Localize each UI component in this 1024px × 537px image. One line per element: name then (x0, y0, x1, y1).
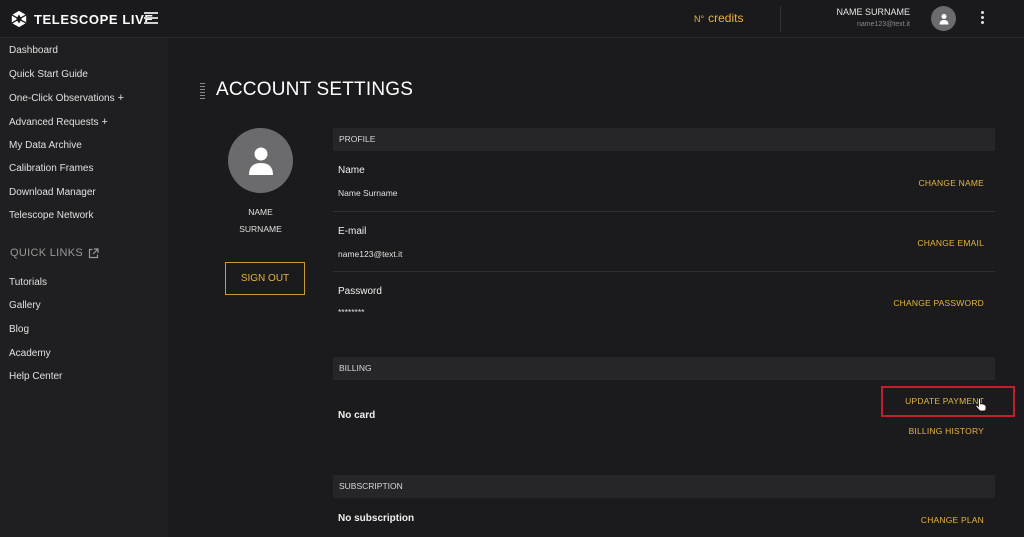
user-icon (939, 13, 948, 24)
password-value: ******** (338, 307, 365, 317)
sidebar-item-advanced-requests[interactable]: Advanced Requests + (9, 116, 108, 128)
more-options-icon[interactable] (978, 11, 986, 27)
sidebar-item-label: One-Click Observations (9, 93, 115, 104)
profile-last-name: SURNAME (239, 224, 282, 234)
billing-history-link[interactable]: BILLING HISTORY (909, 426, 984, 436)
sign-out-button[interactable]: SIGN OUT (225, 262, 305, 295)
name-value: Name Surname (338, 188, 398, 198)
divider (333, 271, 995, 272)
sidebar-item-blog[interactable]: Blog (9, 324, 29, 335)
quick-links-heading: QUICK LINKS (10, 247, 99, 259)
top-bar: TELESCOPE LIVE N° credits NAME SURNAME na… (0, 0, 1024, 38)
page-title: ACCOUNT SETTINGS (216, 79, 414, 100)
billing-section-header: BILLING (333, 357, 995, 380)
sidebar-item-tutorials[interactable]: Tutorials (9, 277, 47, 288)
telescope-live-logo-icon (11, 10, 27, 28)
sidebar-item-one-click-observations[interactable]: One-Click Observations + (9, 92, 124, 104)
change-plan-link[interactable]: CHANGE PLAN (921, 515, 984, 525)
sidebar-item-dashboard[interactable]: Dashboard (9, 45, 58, 56)
menu-toggle-icon[interactable] (144, 12, 158, 24)
credits-count: N° (694, 14, 705, 24)
sidebar-item-help-center[interactable]: Help Center (9, 371, 62, 382)
header-user-name: NAME SURNAME (836, 7, 910, 17)
profile-first-name: NAME (248, 207, 273, 217)
sidebar-item-calibration-frames[interactable]: Calibration Frames (9, 163, 93, 174)
brand-logo[interactable]: TELESCOPE LIVE (10, 9, 154, 29)
password-label: Password (338, 286, 382, 297)
user-icon (248, 147, 273, 175)
highlight-box (881, 386, 1015, 417)
sidebar-item-download-manager[interactable]: Download Manager (9, 187, 96, 198)
sidebar-item-gallery[interactable]: Gallery (9, 300, 41, 311)
change-email-link[interactable]: CHANGE EMAIL (917, 238, 984, 248)
card-status: No card (338, 410, 376, 421)
change-password-link[interactable]: CHANGE PASSWORD (893, 298, 984, 308)
sidebar-item-quick-start-guide[interactable]: Quick Start Guide (9, 69, 88, 80)
sidebar-item-academy[interactable]: Academy (9, 348, 51, 359)
expand-plus-icon[interactable]: + (118, 92, 124, 104)
quick-links-title: QUICK LINKS (10, 247, 83, 259)
header-user-email: name123@text.it (856, 21, 910, 28)
sidebar-item-telescope-network[interactable]: Telescope Network (9, 210, 93, 221)
user-avatar-button[interactable] (931, 6, 956, 31)
divider (333, 211, 995, 212)
header-divider (780, 6, 781, 32)
profile-avatar[interactable] (228, 128, 293, 193)
external-link-icon (88, 247, 99, 258)
name-label: Name (338, 165, 365, 176)
credits-label: credits (708, 11, 744, 25)
sidebar-item-label: Advanced Requests (9, 117, 99, 128)
drag-handle-icon (200, 83, 205, 99)
change-name-link[interactable]: CHANGE NAME (919, 178, 985, 188)
hand-cursor-icon (975, 398, 987, 412)
sidebar-item-my-data-archive[interactable]: My Data Archive (9, 140, 82, 151)
profile-section-header: PROFILE (333, 128, 995, 151)
subscription-section-header: SUBSCRIPTION (333, 475, 995, 498)
email-value: name123@text.it (338, 249, 403, 259)
credits-display[interactable]: N° credits (694, 11, 743, 25)
subscription-status: No subscription (338, 513, 415, 524)
email-label: E-mail (338, 226, 367, 237)
brand-name: TELESCOPE LIVE (34, 11, 154, 27)
expand-plus-icon[interactable]: + (102, 116, 108, 128)
